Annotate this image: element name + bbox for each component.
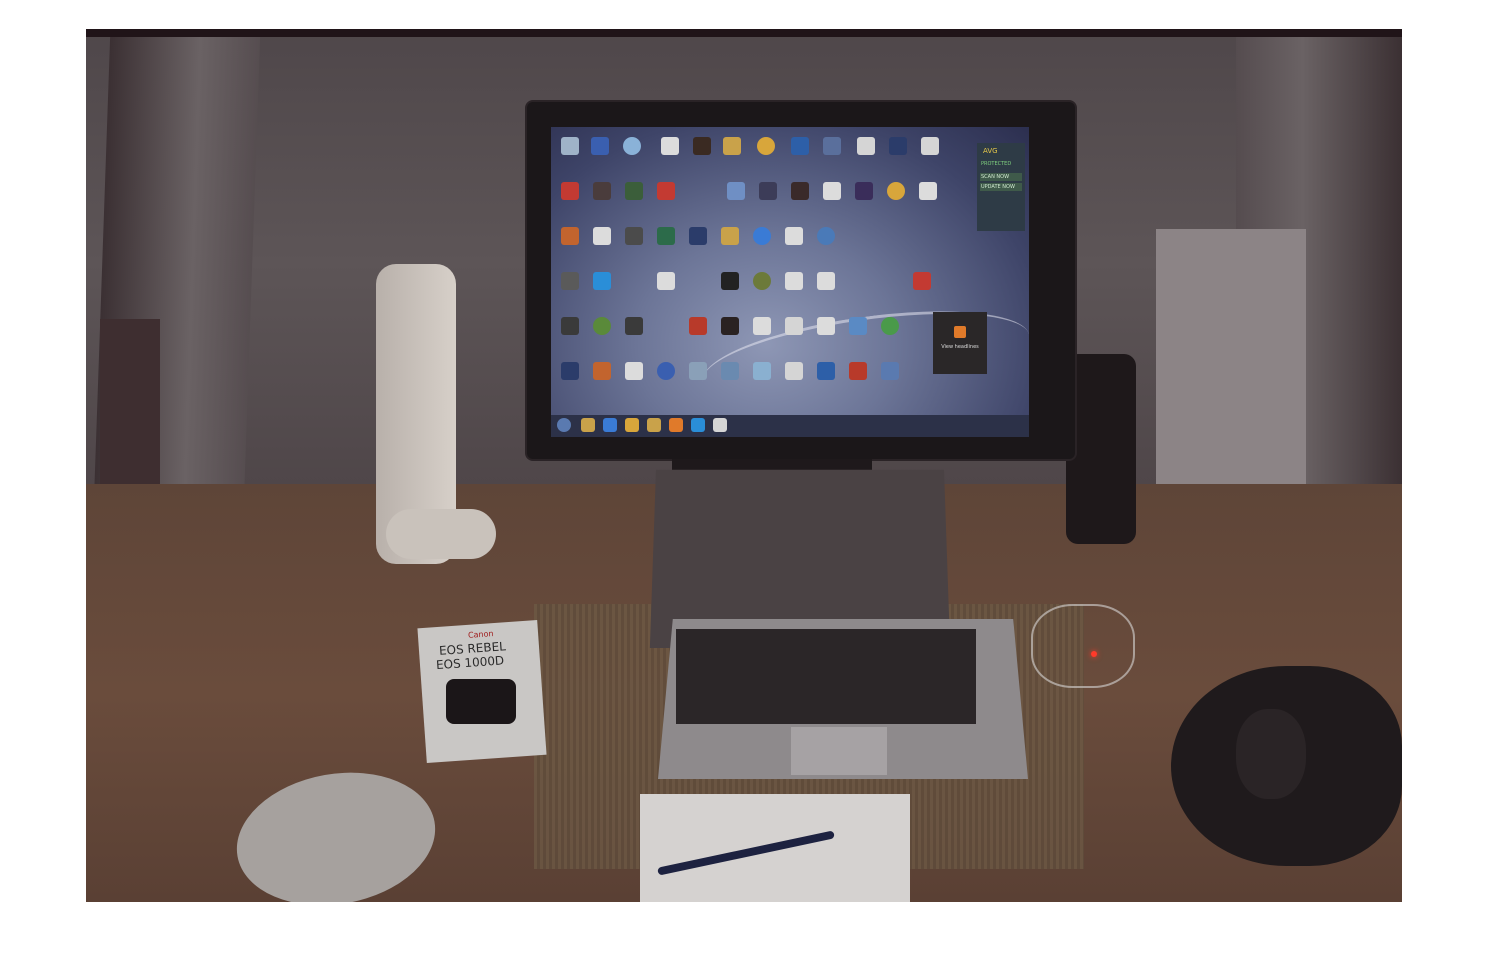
app-icon[interactable] [759, 182, 777, 200]
game-icon[interactable] [693, 137, 711, 155]
app-icon[interactable] [753, 227, 771, 245]
skype-icon[interactable] [593, 272, 611, 290]
avg-update-button[interactable]: UPDATE NOW [980, 183, 1022, 191]
usb-cables [1031, 604, 1135, 688]
shelf-edge [86, 29, 1402, 37]
document-icon[interactable] [625, 362, 643, 380]
recycle-bin-icon[interactable] [561, 137, 579, 155]
skype-icon[interactable] [691, 418, 705, 432]
laptop-touchpad [791, 727, 887, 775]
app-icon[interactable] [817, 362, 835, 380]
document-icon[interactable] [817, 272, 835, 290]
folder-icon[interactable] [581, 418, 595, 432]
document-icon[interactable] [657, 272, 675, 290]
camera-image [446, 679, 516, 724]
document-icon[interactable] [753, 317, 771, 335]
app-icon[interactable] [657, 362, 675, 380]
document-icon[interactable] [921, 137, 939, 155]
app-icon[interactable] [625, 317, 643, 335]
acrobat-icon[interactable] [657, 182, 675, 200]
app-icon[interactable] [881, 362, 899, 380]
app-icon[interactable] [721, 272, 739, 290]
folder-icon[interactable] [647, 418, 661, 432]
acrobat-icon[interactable] [561, 182, 579, 200]
app-icon[interactable] [791, 137, 809, 155]
app-icon[interactable] [913, 272, 931, 290]
game-icon[interactable] [721, 317, 739, 335]
app-icon[interactable] [817, 227, 835, 245]
itunes-icon[interactable] [623, 137, 641, 155]
app-icon[interactable] [561, 272, 579, 290]
chrome-icon[interactable] [757, 137, 775, 155]
document-icon[interactable] [785, 272, 803, 290]
media-player-icon[interactable] [669, 418, 683, 432]
desk-photo: AVG PROTECTED SCAN NOW UPDATE NOW View h… [86, 29, 1402, 902]
app-icon[interactable] [561, 317, 579, 335]
taskbar [551, 415, 1029, 437]
document-icon[interactable] [817, 317, 835, 335]
app-icon[interactable] [713, 418, 727, 432]
app-icon[interactable] [657, 227, 675, 245]
app-icon[interactable] [561, 362, 579, 380]
app-icon[interactable] [593, 182, 611, 200]
app-icon[interactable] [593, 317, 611, 335]
app-icon[interactable] [785, 317, 803, 335]
document-camera-base [386, 509, 496, 559]
document-icon[interactable] [593, 227, 611, 245]
app-icon[interactable] [591, 137, 609, 155]
headlines-label: View headlines [941, 344, 979, 350]
usb-hub-led [1091, 651, 1097, 657]
app-icon[interactable] [561, 227, 579, 245]
app-icon[interactable] [791, 182, 809, 200]
avg-status: PROTECTED [981, 161, 1012, 167]
start-button-icon[interactable] [557, 418, 571, 432]
chrome-icon[interactable] [887, 182, 905, 200]
avg-title: AVG [983, 147, 998, 155]
desktop-screen: AVG PROTECTED SCAN NOW UPDATE NOW View h… [551, 127, 1029, 437]
avg-widget[interactable]: AVG PROTECTED SCAN NOW UPDATE NOW [977, 143, 1025, 231]
document-icon[interactable] [919, 182, 937, 200]
app-icon[interactable] [785, 362, 803, 380]
monitor: AVG PROTECTED SCAN NOW UPDATE NOW View h… [527, 102, 1075, 459]
headlines-widget[interactable]: View headlines [933, 312, 987, 374]
app-icon[interactable] [625, 227, 643, 245]
app-icon[interactable] [823, 137, 841, 155]
app-icon[interactable] [689, 362, 707, 380]
document-icon[interactable] [785, 227, 803, 245]
document-icon[interactable] [823, 182, 841, 200]
app-icon[interactable] [689, 227, 707, 245]
app-icon[interactable] [881, 317, 899, 335]
mouse [1236, 709, 1306, 799]
app-icon[interactable] [625, 182, 643, 200]
folder-icon[interactable] [721, 227, 739, 245]
document-icon[interactable] [661, 137, 679, 155]
app-icon[interactable] [753, 272, 771, 290]
rss-icon [954, 326, 966, 338]
app-icon[interactable] [753, 362, 771, 380]
app-icon[interactable] [593, 362, 611, 380]
app-icon[interactable] [855, 182, 873, 200]
app-icon[interactable] [889, 137, 907, 155]
app-icon[interactable] [727, 182, 745, 200]
speaker [1066, 354, 1136, 544]
app-icon[interactable] [849, 317, 867, 335]
app-icon[interactable] [721, 362, 739, 380]
laptop-keyboard [676, 629, 976, 724]
avg-scan-button[interactable]: SCAN NOW [980, 173, 1022, 181]
document-icon[interactable] [857, 137, 875, 155]
app-icon[interactable] [689, 317, 707, 335]
ie-icon[interactable] [603, 418, 617, 432]
folder-icon[interactable] [723, 137, 741, 155]
app-icon[interactable] [849, 362, 867, 380]
chrome-icon[interactable] [625, 418, 639, 432]
